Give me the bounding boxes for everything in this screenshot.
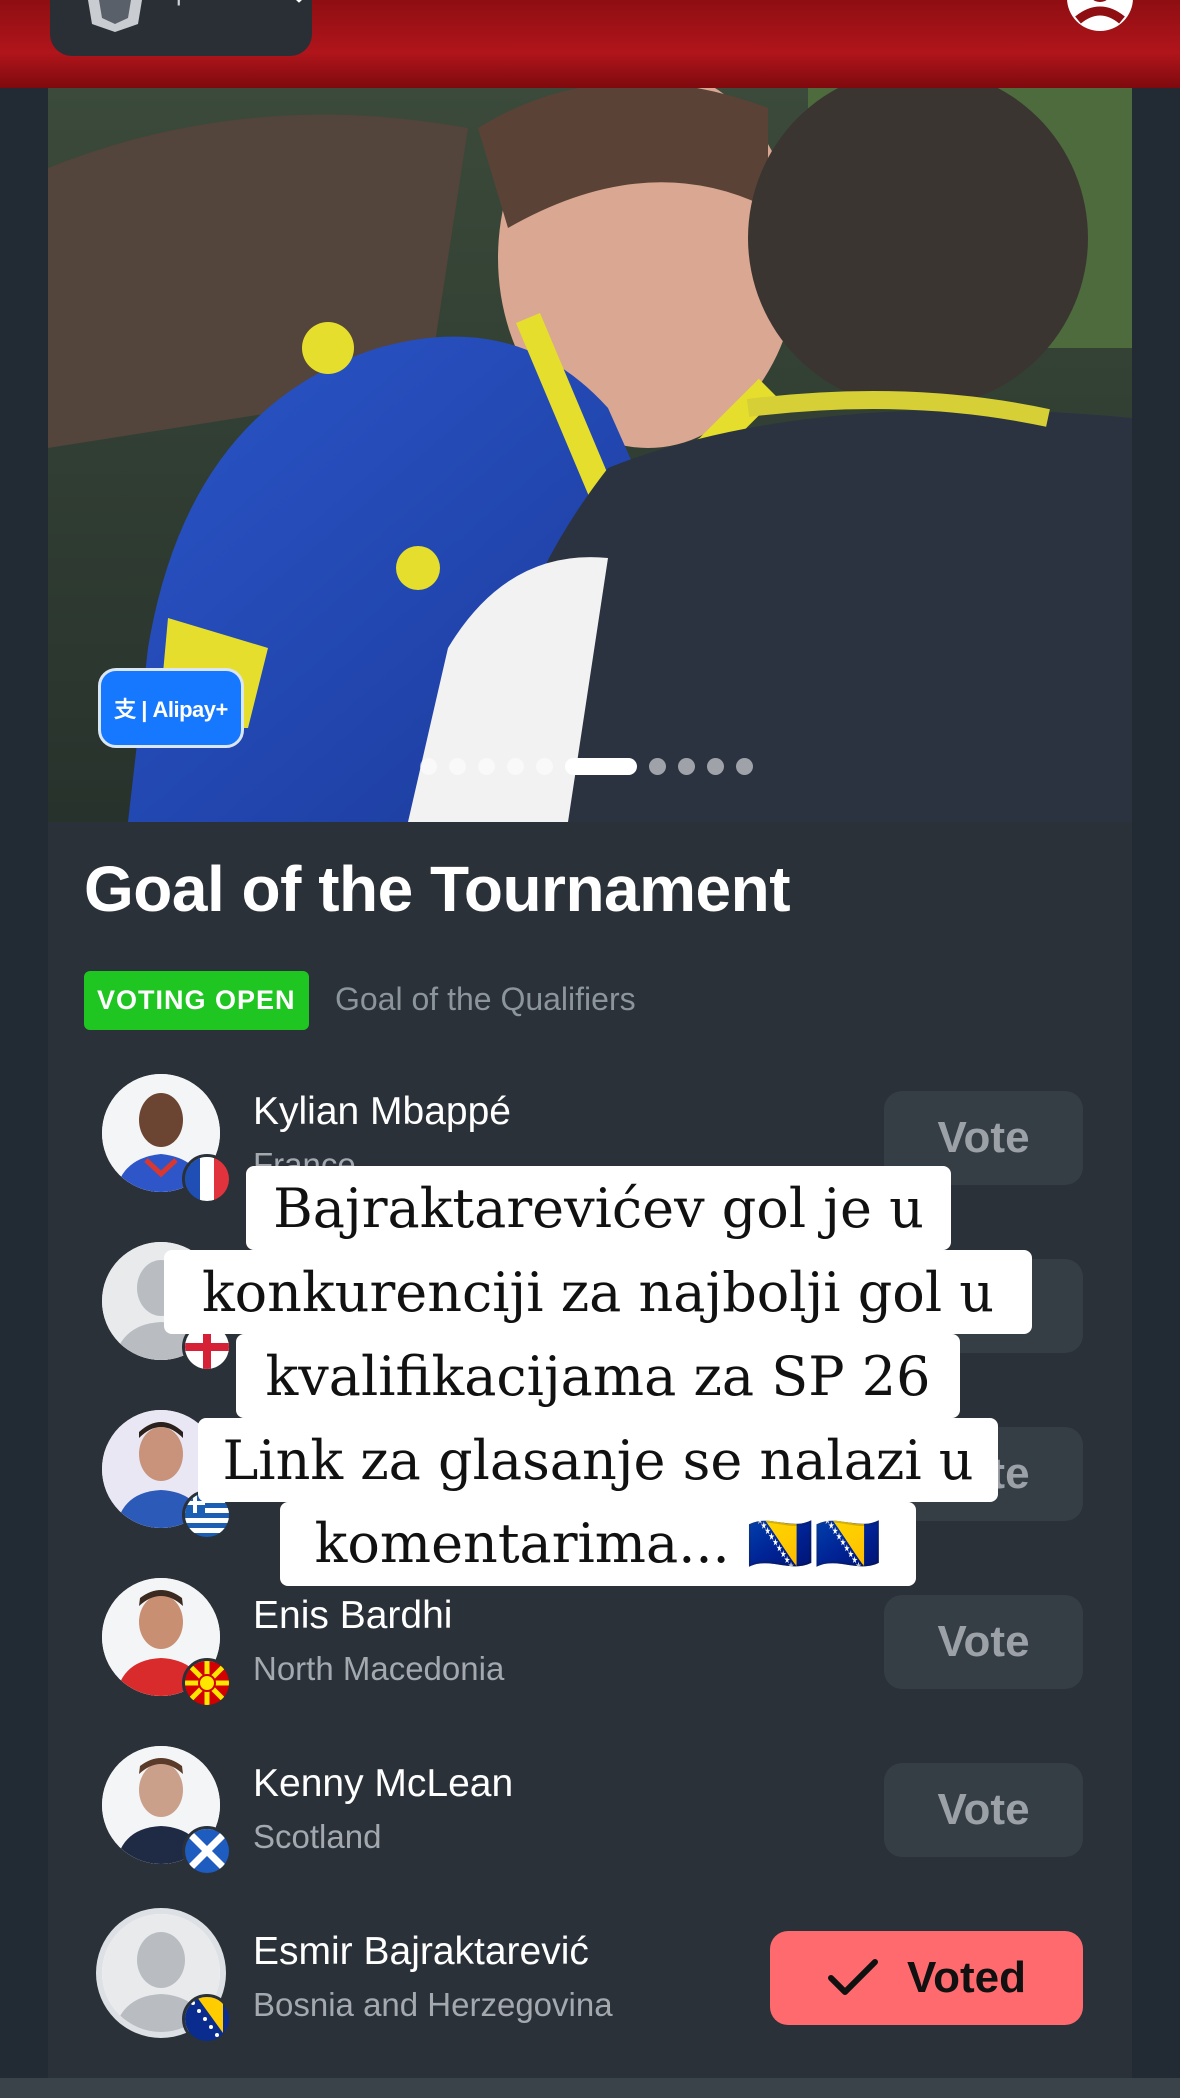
team-crest-icon	[88, 0, 142, 32]
player-name: Kylian Mbappé	[253, 1090, 511, 1133]
carousel-dot[interactable]	[736, 757, 753, 775]
north-macedonia-flag-icon	[182, 1658, 232, 1708]
player-name: Enis Bardhi	[253, 1594, 453, 1637]
nominee-row: Kenny McLean Scotland Vote	[48, 1734, 1132, 1876]
nominee-row-selected: Esmir Bajraktarević Bosnia and Herzegovi…	[48, 1902, 1132, 2044]
page-title: Goal of the Tournament	[84, 853, 791, 925]
overlay-text-line: Bajraktarevićev gol je u	[246, 1166, 951, 1250]
vote-button[interactable]: Vote	[884, 1763, 1083, 1857]
bottom-divider	[0, 2078, 1180, 2098]
bosnia-flag-icon	[182, 1994, 232, 2044]
status-badge: VOTING OPEN	[84, 971, 309, 1030]
carousel-dot[interactable]	[707, 757, 724, 775]
carousel-dot[interactable]	[478, 757, 495, 775]
carousel-dot[interactable]	[678, 757, 695, 775]
category-subtitle: Goal of the Qualifiers	[335, 981, 636, 1017]
player-name: Esmir Bajraktarević	[253, 1930, 589, 1973]
nominee-row: Enis Bardhi North Macedonia Vote	[48, 1566, 1132, 1708]
player-country: Bosnia and Herzegovina	[253, 1986, 613, 2023]
player-name: Kenny McLean	[253, 1762, 514, 1805]
overlay-text-line: konkurenciji za najbolji gol u	[164, 1250, 1032, 1334]
carousel-dot[interactable]	[449, 757, 466, 775]
overlay-text-line: komentarima... 🇧🇦🇧🇦	[280, 1502, 916, 1586]
scotland-flag-icon	[182, 1826, 232, 1876]
carousel-dot[interactable]	[420, 757, 437, 775]
sponsor-logo: 支 | Alipay+	[98, 668, 244, 748]
vote-button[interactable]: Vote	[884, 1595, 1083, 1689]
player-country: Scotland	[253, 1818, 382, 1855]
carousel-pagination[interactable]	[420, 757, 753, 775]
team-switcher[interactable]: +	[50, 0, 312, 56]
voted-label: Voted	[907, 1953, 1026, 2002]
overlay-text-line: kvalifikacijama za SP 26	[236, 1334, 960, 1418]
top-app-bar: +	[0, 0, 1180, 88]
voted-button[interactable]: Voted	[770, 1931, 1083, 2025]
carousel-dot[interactable]	[507, 757, 524, 775]
plus-icon: +	[170, 0, 188, 16]
player-country: North Macedonia	[253, 1650, 505, 1687]
checkmark-icon	[828, 1959, 879, 1995]
overlay-text-line: Link za glasanje se nalazi u	[198, 1418, 998, 1502]
carousel-dot-active[interactable]	[565, 757, 637, 775]
chevron-down-icon[interactable]	[286, 0, 312, 4]
profile-icon[interactable]	[1064, 0, 1136, 32]
carousel-dot[interactable]	[536, 757, 553, 775]
carousel-dot[interactable]	[649, 757, 666, 775]
france-flag-icon	[182, 1154, 232, 1204]
